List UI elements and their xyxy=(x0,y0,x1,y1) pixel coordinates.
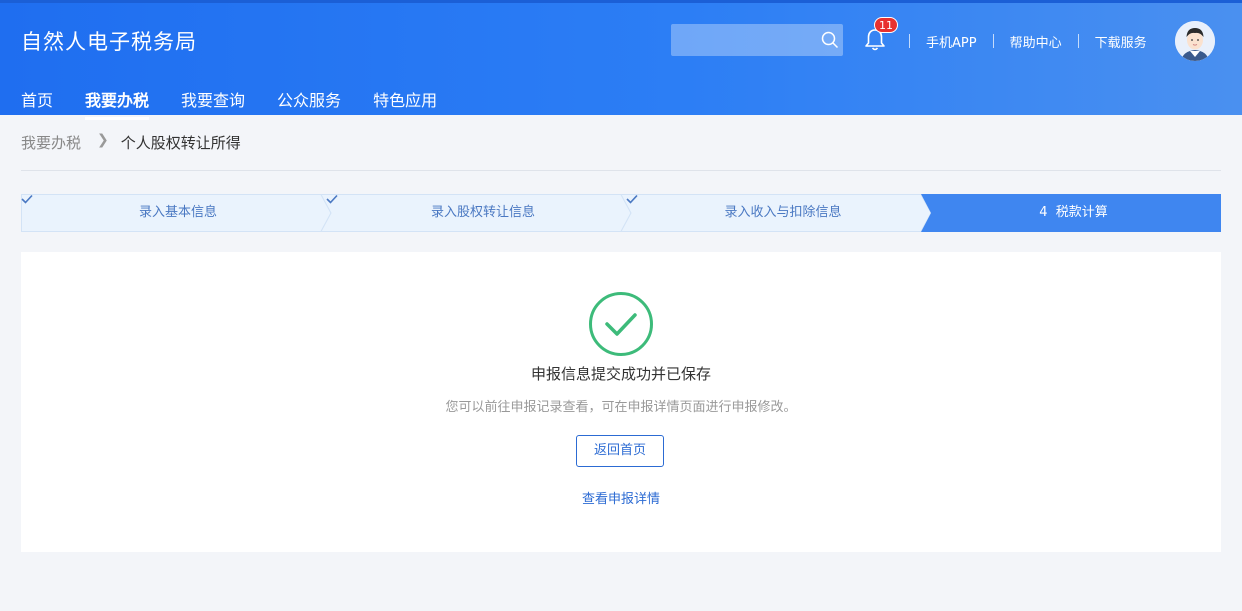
download-service-link[interactable]: 下载服务 xyxy=(1095,32,1147,51)
nav-item-public-service[interactable]: 公众服务 xyxy=(277,87,341,119)
step-3: 录入收入与扣除信息 xyxy=(626,194,936,232)
breadcrumb-current: 个人股权转让所得 xyxy=(120,134,241,152)
search-icon[interactable] xyxy=(821,31,839,49)
result-title: 申报信息提交成功并已保存 xyxy=(530,365,711,383)
avatar[interactable] xyxy=(1175,21,1215,61)
chevron-right-icon: ❯ xyxy=(97,132,109,148)
help-center-link[interactable]: 帮助中心 xyxy=(1010,32,1062,51)
avatar-icon xyxy=(1175,21,1215,61)
result-subtitle: 您可以前往申报记录查看，可在申报详情页面进行申报修改。 xyxy=(445,400,797,415)
nav-item-tax-handling[interactable]: 我要办税 xyxy=(85,87,150,120)
step-2-label: 录入股权转让信息 xyxy=(430,205,535,220)
step-4-number: 4 xyxy=(1039,205,1048,220)
divider xyxy=(992,34,994,48)
breadcrumb-home[interactable]: 我要办税 xyxy=(21,132,81,153)
top-links: 手机APP 帮助中心 下载服务 xyxy=(909,32,1147,51)
progress-steps: 录入基本信息 录入股权转让信息 录入收入与扣除信息 4 税款计算 xyxy=(21,194,1221,232)
success-check-icon xyxy=(589,292,653,356)
back-home-button[interactable]: 返回首页 xyxy=(576,435,664,467)
notification-badge: 11 xyxy=(874,17,898,33)
step-3-label: 录入收入与扣除信息 xyxy=(724,205,842,220)
divider xyxy=(1077,34,1079,48)
nav-item-home[interactable]: 首页 xyxy=(21,87,53,119)
breadcrumb: 我要办税 ❯ 个人股权转让所得 xyxy=(21,132,1221,171)
step-1: 录入基本信息 xyxy=(21,194,331,232)
step-2: 录入股权转让信息 xyxy=(326,194,636,232)
step-4: 4 税款计算 xyxy=(926,194,1221,232)
divider xyxy=(909,34,910,48)
main-nav: 首页 我要办税 我要查询 公众服务 特色应用 xyxy=(21,87,469,120)
nav-item-featured-apps[interactable]: 特色应用 xyxy=(373,87,437,119)
result-card: 申报信息提交成功并已保存 您可以前往申报记录查看，可在申报详情页面进行申报修改。… xyxy=(21,252,1221,552)
top-header: 自然人电子税务局 11 手机APP 帮助中心 下载服务 首页 我要办税 我要查询… xyxy=(0,0,1242,120)
step-4-label: 税款计算 xyxy=(1055,205,1108,220)
step-1-label: 录入基本信息 xyxy=(138,205,217,220)
site-logo[interactable]: 自然人电子税务局 xyxy=(21,26,197,56)
mobile-app-link[interactable]: 手机APP xyxy=(926,32,977,51)
nav-item-query[interactable]: 我要查询 xyxy=(181,87,245,119)
view-declaration-detail-link[interactable]: 查看申报详情 xyxy=(21,488,1221,507)
search-input[interactable] xyxy=(671,24,843,56)
